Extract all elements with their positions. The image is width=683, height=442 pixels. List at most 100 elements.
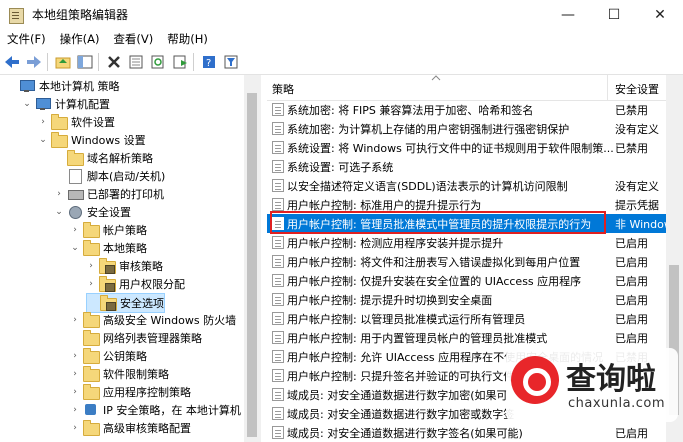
- policy-icon: [272, 369, 284, 382]
- policy-row[interactable]: 系统加密: 将 FIPS 兼容算法用于加密、哈希和签名 已禁用: [267, 100, 683, 119]
- tree-item[interactable]: › 公钥策略: [70, 347, 147, 365]
- tree-item[interactable]: › 用户权限分配: [86, 275, 185, 293]
- tree-item-label: 域名解析策略: [87, 152, 153, 165]
- filter-button[interactable]: [221, 52, 241, 72]
- expand-toggle-icon[interactable]: ›: [86, 279, 96, 289]
- expand-toggle-icon[interactable]: ›: [70, 225, 80, 235]
- tree-item[interactable]: ⌄ 本地策略: [70, 239, 147, 257]
- policy-row[interactable]: 用户帐户控制: 仅提升安装在安全位置的 UIAccess 应用程序 已启用: [267, 271, 683, 290]
- policy-row[interactable]: 系统加密: 为计算机上存储的用户密钥强制进行强密钥保护 没有定义: [267, 119, 683, 138]
- policy-icon: [272, 350, 284, 363]
- expand-toggle-icon[interactable]: ›: [54, 189, 64, 199]
- svg-text:?: ?: [206, 58, 211, 69]
- tree-item-label: 脚本(启动/关机): [87, 170, 166, 183]
- show-hide-tree-button[interactable]: [75, 52, 95, 72]
- tree-scrollbar[interactable]: [244, 75, 261, 442]
- policy-row[interactable]: 用户帐户控制: 检测应用程序安装并提示提升 已启用: [267, 233, 683, 252]
- export-list-button[interactable]: [170, 52, 190, 72]
- policy-row[interactable]: 系统设置: 可选子系统: [267, 157, 683, 176]
- tree-item[interactable]: 本地计算机 策略: [6, 77, 120, 95]
- tree-item[interactable]: 安全选项: [86, 293, 165, 313]
- tree-item[interactable]: 网络列表管理器策略: [70, 329, 202, 347]
- policy-setting: 已启用: [615, 255, 648, 269]
- help-button[interactable]: ?: [199, 52, 219, 72]
- tree-item[interactable]: › 审核策略: [86, 257, 163, 275]
- policy-icon: [272, 141, 284, 154]
- tree-item[interactable]: ⌄ Windows 设置: [38, 131, 146, 149]
- policy-setting: 已禁用: [615, 103, 648, 117]
- lock-folder-icon: [100, 295, 117, 311]
- back-button[interactable]: [2, 52, 22, 72]
- menu-view[interactable]: 查看(V): [106, 31, 160, 47]
- up-level-button[interactable]: [53, 52, 73, 72]
- tree-item[interactable]: › 应用程序控制策略: [70, 383, 191, 401]
- policy-name: 用户帐户控制: 以管理员批准模式运行所有管理员: [287, 312, 526, 326]
- folder-icon: [83, 222, 100, 238]
- policy-row[interactable]: 系统设置: 将 Windows 可执行文件中的证书规则用于软件限制策... 已禁用: [267, 138, 683, 157]
- tree-item[interactable]: › 已部署的打印机: [54, 185, 164, 203]
- tree-item-label: 本地策略: [103, 242, 147, 255]
- expand-toggle-icon[interactable]: ⌄: [70, 243, 80, 253]
- policy-name: 系统加密: 将 FIPS 兼容算法用于加密、哈希和签名: [287, 103, 534, 117]
- tree-item[interactable]: › 帐户策略: [70, 221, 147, 239]
- policy-row[interactable]: 以安全描述符定义语言(SDDL)语法表示的计算机访问限制 没有定义: [267, 176, 683, 195]
- expand-toggle-icon[interactable]: ›: [70, 315, 80, 325]
- lock-folder-icon: [99, 276, 116, 292]
- policy-row[interactable]: 用户帐户控制: 提示提升时切换到安全桌面 已启用: [267, 290, 683, 309]
- folder-up-icon: [55, 57, 71, 68]
- expand-toggle-icon[interactable]: ›: [70, 351, 80, 361]
- watermark: 查询啦 chaxunla.com: [506, 348, 678, 422]
- policy-setting: 没有定义: [615, 122, 659, 136]
- tree-item[interactable]: ⌄ 安全设置: [54, 203, 131, 221]
- policy-row[interactable]: 用户帐户控制: 用于内置管理员帐户的管理员批准模式 已启用: [267, 328, 683, 347]
- tree-item-label: 高级安全 Windows 防火墙: [103, 314, 237, 327]
- forward-button[interactable]: [24, 52, 44, 72]
- expand-toggle-icon[interactable]: ›: [38, 117, 48, 127]
- expand-toggle-icon[interactable]: ⌄: [38, 135, 48, 145]
- menu-action[interactable]: 操作(A): [53, 31, 107, 47]
- expand-toggle-icon[interactable]: ›: [70, 369, 80, 379]
- policy-setting: 提示凭据: [615, 198, 659, 212]
- tree-item[interactable]: › 软件限制策略: [70, 365, 169, 383]
- expand-toggle-icon[interactable]: ›: [70, 405, 80, 415]
- menu-help[interactable]: 帮助(H): [160, 31, 215, 47]
- policy-setting: 没有定义: [615, 179, 659, 193]
- tree-item[interactable]: › 高级安全 Windows 防火墙: [70, 311, 236, 329]
- policy-name: 系统设置: 可选子系统: [287, 160, 394, 174]
- policy-name: 域成员: 对安全通道数据进行数字签名(如果可能): [287, 426, 523, 440]
- tree-scroll-thumb[interactable]: [247, 93, 257, 437]
- policy-setting: 已禁用: [615, 141, 648, 155]
- folder-icon: [51, 114, 68, 130]
- delete-button[interactable]: [104, 52, 124, 72]
- close-button[interactable]: ✕: [637, 0, 683, 29]
- expand-toggle-icon[interactable]: ⌄: [22, 99, 32, 109]
- minimize-button[interactable]: —: [545, 0, 591, 29]
- expand-toggle-icon[interactable]: ›: [70, 423, 80, 433]
- tree-item[interactable]: 脚本(启动/关机): [54, 167, 165, 185]
- column-header-setting[interactable]: 安全设置: [615, 81, 659, 97]
- maximize-button[interactable]: ☐: [591, 0, 637, 29]
- tree-item[interactable]: ⌄ 计算机配置: [22, 95, 110, 113]
- tree-item[interactable]: › 软件设置: [38, 113, 115, 131]
- properties-button[interactable]: [126, 52, 146, 72]
- tree-item[interactable]: › IP 安全策略，在 本地计算机: [70, 401, 241, 419]
- expand-toggle-icon[interactable]: ›: [86, 261, 96, 271]
- policy-row[interactable]: 用户帐户控制: 将文件和注册表写入错误虚拟化到每用户位置 已启用: [267, 252, 683, 271]
- menu-file[interactable]: 文件(F): [0, 31, 53, 47]
- policy-row[interactable]: 用户帐户控制: 以管理员批准模式运行所有管理员 已启用: [267, 309, 683, 328]
- policy-icon: [272, 103, 284, 116]
- toolbar-separator: [193, 52, 194, 71]
- refresh-icon: [151, 55, 164, 68]
- highlight-box: [270, 211, 606, 234]
- tree-item[interactable]: › 高级审核策略配置: [70, 419, 191, 437]
- expand-toggle-icon[interactable]: ⌄: [54, 207, 64, 217]
- refresh-button[interactable]: [148, 52, 168, 72]
- policy-setting: 非 Window: [615, 217, 673, 231]
- policy-row[interactable]: 域成员: 对安全通道数据进行数字签名(如果可能) 已启用: [267, 423, 683, 442]
- folder-icon: [83, 330, 100, 346]
- column-header-policy[interactable]: 策略: [272, 81, 294, 97]
- policy-name: 用户帐户控制: 提示提升时切换到安全桌面: [287, 293, 493, 307]
- delete-icon: [108, 55, 120, 68]
- tree-item[interactable]: 域名解析策略: [54, 149, 153, 167]
- expand-toggle-icon[interactable]: ›: [70, 387, 80, 397]
